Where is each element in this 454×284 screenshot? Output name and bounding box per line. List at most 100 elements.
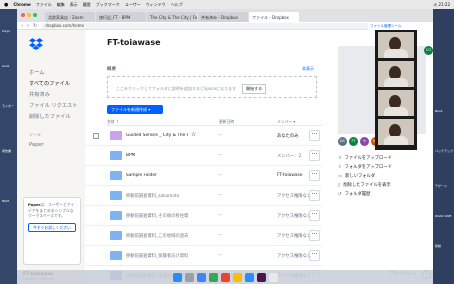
sidebar-item-home[interactable]: ホーム: [29, 68, 85, 79]
more-icon[interactable]: ···: [309, 130, 320, 141]
file-name[interactable]: 移動前調査資料_この地域の過去: [126, 233, 188, 239]
dropbox-logo-icon[interactable]: [29, 38, 43, 50]
close-icon[interactable]: [21, 13, 25, 17]
table-row[interactable]: 移動前調査資料_この地域の過去 -- アクセス権限なし ···: [85, 226, 322, 246]
upload-folder-action[interactable]: ⇪ フォルダをアップロード: [338, 163, 392, 172]
notes-icon[interactable]: [232, 272, 242, 282]
file-modified: --: [219, 193, 223, 198]
desktop-file[interactable]: ROAD LINE: [435, 214, 453, 218]
zoom-icon[interactable]: [244, 272, 254, 282]
table-row[interactable]: 移動前調査資料_保護者向け資料 -- アクセス権限なし ···: [85, 246, 322, 266]
table-row[interactable]: 移動前調査資料_その後の移住資料 -- アクセス権限なし ···: [85, 206, 322, 226]
more-icon[interactable]: ···: [309, 190, 320, 201]
menu-bookmarks[interactable]: ブックマーク: [96, 2, 120, 8]
menu-user[interactable]: ユーザー: [125, 2, 141, 8]
chrome-icon[interactable]: [196, 272, 206, 282]
table-row[interactable]: Sample Folder -- FT-toiawase ···: [85, 166, 322, 186]
launchpad-icon[interactable]: [184, 272, 194, 282]
forward-icon[interactable]: ›: [27, 23, 29, 29]
desktop-file[interactable]: 報告書: [2, 149, 14, 153]
calendar-icon[interactable]: [220, 272, 230, 282]
avatar[interactable]: ヤ: [360, 137, 369, 146]
reload-icon[interactable]: ↻: [33, 23, 37, 29]
sidebar-item-paper[interactable]: Paper: [29, 140, 85, 151]
header-members[interactable]: メンバー ▾: [277, 119, 295, 125]
new-folder-action[interactable]: ▭ 新しいフォルダ: [338, 172, 392, 181]
star-icon[interactable]: ☆: [191, 131, 196, 138]
desktop-file[interactable]: ライター: [2, 104, 14, 108]
folder-icon: [110, 171, 122, 180]
header-name[interactable]: 名前 ↑: [107, 119, 119, 125]
desktop-file[interactable]: テザード: [435, 184, 453, 188]
table-row[interactable]: 移動前調査資料_sakamoto -- アクセス権限なし ···: [85, 186, 322, 206]
file-name[interactable]: BPM: [126, 153, 188, 158]
apple-icon[interactable]: ●: [4, 2, 8, 8]
more-icon[interactable]: ···: [309, 210, 320, 221]
back-icon[interactable]: ‹: [21, 23, 23, 29]
more-icon[interactable]: ···: [309, 230, 320, 241]
create-new-button[interactable]: ファイルを新規作成 ▾: [107, 105, 163, 114]
menu-edit[interactable]: 編集: [57, 2, 65, 8]
browser-tab[interactable]: 共有済み - Dropbox: [198, 12, 248, 22]
desktop-file[interactable]: BGM: [2, 199, 14, 203]
video-tile[interactable]: [378, 61, 414, 87]
sidebar-item-all-files[interactable]: すべてのファイル: [29, 79, 85, 90]
start-button[interactable]: 開始する: [242, 84, 267, 94]
folder-history-action[interactable]: ↺ フォルダ履歴: [338, 190, 392, 199]
participant-body: [384, 107, 408, 116]
video-tile[interactable]: [378, 32, 414, 58]
menu-file[interactable]: ファイル: [36, 2, 52, 8]
desktop-file[interactable]: バックアップ: [435, 149, 453, 153]
menu-app-name[interactable]: Chrome: [13, 2, 30, 7]
video-tile[interactable]: [378, 119, 414, 145]
file-name[interactable]: 移動前調査資料_保護者向け資料: [126, 253, 188, 259]
finder-icon[interactable]: [172, 272, 182, 282]
more-icon[interactable]: ···: [309, 170, 320, 181]
sidebar-item-file-requests[interactable]: ファイル リクエスト: [29, 101, 85, 112]
account-avatar[interactable]: CO: [424, 46, 433, 55]
slack-icon[interactable]: [256, 272, 266, 282]
file-name[interactable]: Sample Folder: [126, 173, 188, 178]
file-name[interactable]: 移動前調査資料_sakamoto: [126, 193, 188, 199]
extension-popup[interactable]: ファイル管理ツール: [368, 22, 433, 30]
desktop-file[interactable]: Bank: [435, 109, 453, 113]
messages-icon[interactable]: [208, 272, 218, 282]
folder-icon: [110, 191, 122, 200]
browser-tab[interactable]: 旅行記_FT - BPM: [96, 12, 146, 22]
trash-icon[interactable]: [268, 272, 278, 282]
upload-files-action[interactable]: ⇪ ファイルをアップロード: [338, 154, 392, 163]
menu-view[interactable]: 表示: [70, 2, 78, 8]
table-row[interactable]: Guided Senses _ City & The City ☆ -- あなた…: [85, 126, 322, 146]
upload-icon: ⇪: [338, 156, 342, 161]
desktop-file[interactable]: tokyo: [2, 29, 14, 33]
show-deleted-action[interactable]: ▯ 削除したファイルを表示: [338, 181, 392, 190]
zoom-video-panel: [375, 30, 417, 150]
paper-try-button[interactable]: 今すぐお試しください: [28, 222, 76, 232]
more-icon[interactable]: ···: [309, 250, 320, 261]
menu-history[interactable]: 履歴: [83, 2, 91, 8]
sidebar-item-shared[interactable]: 共有済み: [29, 90, 85, 101]
minimize-icon[interactable]: [27, 13, 31, 17]
avatar[interactable]: FT: [349, 137, 358, 146]
folder-upload-icon: ⇪: [338, 165, 342, 170]
file-name[interactable]: Guided Senses _ City & The City: [126, 133, 188, 138]
file-name[interactable]: 移動前調査資料_その後の移住資料: [126, 213, 188, 219]
video-tile[interactable]: [378, 90, 414, 116]
menu-help[interactable]: ヘルプ: [171, 2, 183, 8]
table-row[interactable]: BPM -- メンバー：2 ···: [85, 146, 322, 166]
browser-tab[interactable]: 北欧家具店 - Zoom: [45, 12, 95, 22]
hide-link[interactable]: 非表示: [302, 66, 314, 72]
more-icon[interactable]: ···: [309, 150, 320, 161]
browser-tab[interactable]: The City & The City | Faceb…: [147, 12, 197, 22]
row-checkbox[interactable]: [93, 133, 99, 139]
header-modified[interactable]: 更新日時: [219, 119, 234, 125]
description-box[interactable]: ここをクリックしてフォルダに説明を追加するとSpaceになります 開始する: [107, 76, 317, 98]
browser-tab-active[interactable]: ファイル - Dropbox: [249, 12, 299, 22]
sidebar-item-deleted[interactable]: 削除したファイル: [29, 112, 85, 123]
maximize-icon[interactable]: [33, 13, 37, 17]
file-members: アクセス権限なし: [277, 214, 312, 219]
desktop-file[interactable]: 移動: [435, 244, 453, 248]
avatar[interactable]: DC: [338, 137, 347, 146]
desktop-file[interactable]: bank: [2, 64, 14, 68]
menu-window[interactable]: ウィンドウ: [146, 2, 166, 8]
